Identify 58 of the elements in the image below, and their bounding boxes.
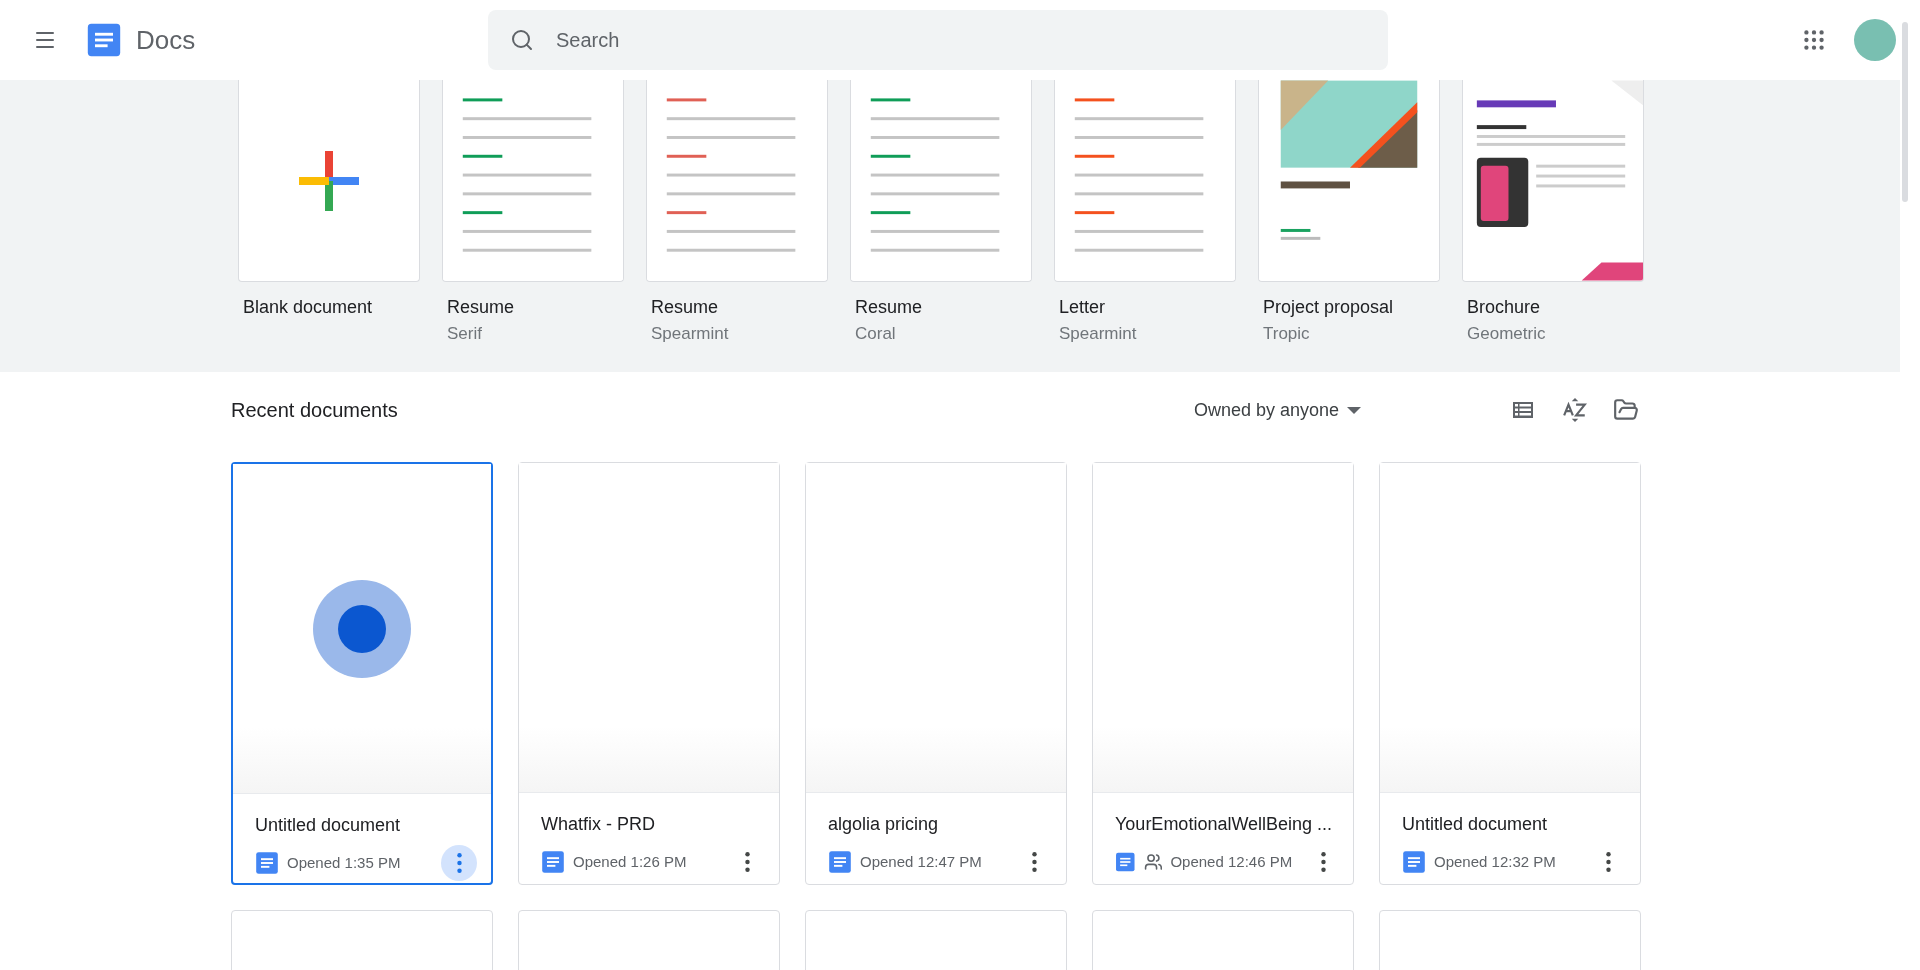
template-subtitle: Spearmint [651, 323, 730, 345]
template-thumbnail[interactable] [1054, 80, 1236, 282]
template-name: Resume [447, 296, 516, 319]
owner-filter-dropdown[interactable]: Owned by anyone [1193, 396, 1361, 424]
search-icon [510, 28, 534, 52]
document-title: Untitled document [255, 814, 402, 837]
search-input[interactable]: Search [556, 25, 1366, 55]
template-thumbnail[interactable] [1462, 80, 1644, 282]
template-name: Resume [855, 296, 924, 319]
document-card[interactable]: Untitled document Opened 12:32 PM [1379, 462, 1641, 885]
document-card[interactable]: Whatfix - PRD Opened 1:26 PM [518, 462, 780, 885]
opened-time: Opened 1:35 PM [287, 852, 401, 873]
template-thumbnail[interactable] [646, 80, 828, 282]
document-title: algolia pricing [828, 813, 940, 836]
opened-time: Opened 1:26 PM [573, 851, 687, 872]
more-vertical-icon [1031, 852, 1037, 872]
section-title: Recent documents [231, 398, 398, 423]
document-card[interactable]: algolia pricing Opened 12:47 PM [805, 462, 1067, 885]
document-title: Untitled document [1402, 813, 1549, 836]
template-subtitle: Geometric [1467, 323, 1547, 345]
template-thumbnail[interactable] [442, 80, 624, 282]
document-title: Whatfix - PRD [541, 813, 656, 836]
template-thumbnail[interactable] [238, 80, 420, 282]
template-name: Resume [651, 296, 720, 319]
template-thumbnail[interactable] [850, 80, 1032, 282]
app-name: Docs [136, 23, 196, 57]
document-card[interactable]: Untitled document Opened 1:35 PM [231, 462, 493, 885]
dropdown-arrow-icon [1347, 406, 1361, 414]
document-icon [255, 851, 279, 875]
opened-time: Opened 12:46 PM [1170, 851, 1293, 872]
template-thumbnail[interactable] [1258, 80, 1440, 282]
opened-time: Opened 12:32 PM [1434, 851, 1556, 872]
more-options-button[interactable] [441, 845, 477, 881]
document-icon [828, 850, 852, 874]
template-name: Brochure [1467, 296, 1542, 319]
document-icon [1115, 850, 1136, 874]
template-name: Project proposal [1263, 296, 1395, 319]
template-subtitle: Tropic [1263, 323, 1311, 345]
document-card[interactable]: YourEmotionalWellBeing ... Opened 12:46 PM [1092, 462, 1354, 885]
template-subtitle: Spearmint [1059, 323, 1138, 345]
opened-time: Opened 12:47 PM [860, 851, 982, 872]
document-icon [541, 850, 565, 874]
more-vertical-icon [456, 853, 462, 873]
template-subtitle: Serif [447, 323, 483, 345]
avatar[interactable] [1854, 19, 1896, 61]
document-icon [1402, 850, 1426, 874]
template-name: Letter [1059, 296, 1107, 319]
template-name: Blank document [243, 296, 374, 319]
apps-grid-icon [1801, 27, 1827, 53]
scrollbar[interactable] [1902, 22, 1908, 202]
document-title: YourEmotionalWellBeing ... [1115, 813, 1331, 836]
template-subtitle: Coral [855, 323, 897, 345]
more-vertical-icon [1605, 852, 1611, 872]
more-vertical-icon [1321, 852, 1327, 872]
plus-icon [299, 150, 359, 211]
sort-button[interactable] [1561, 396, 1589, 424]
search-bar[interactable]: Search [488, 10, 1388, 70]
more-vertical-icon [744, 852, 750, 872]
